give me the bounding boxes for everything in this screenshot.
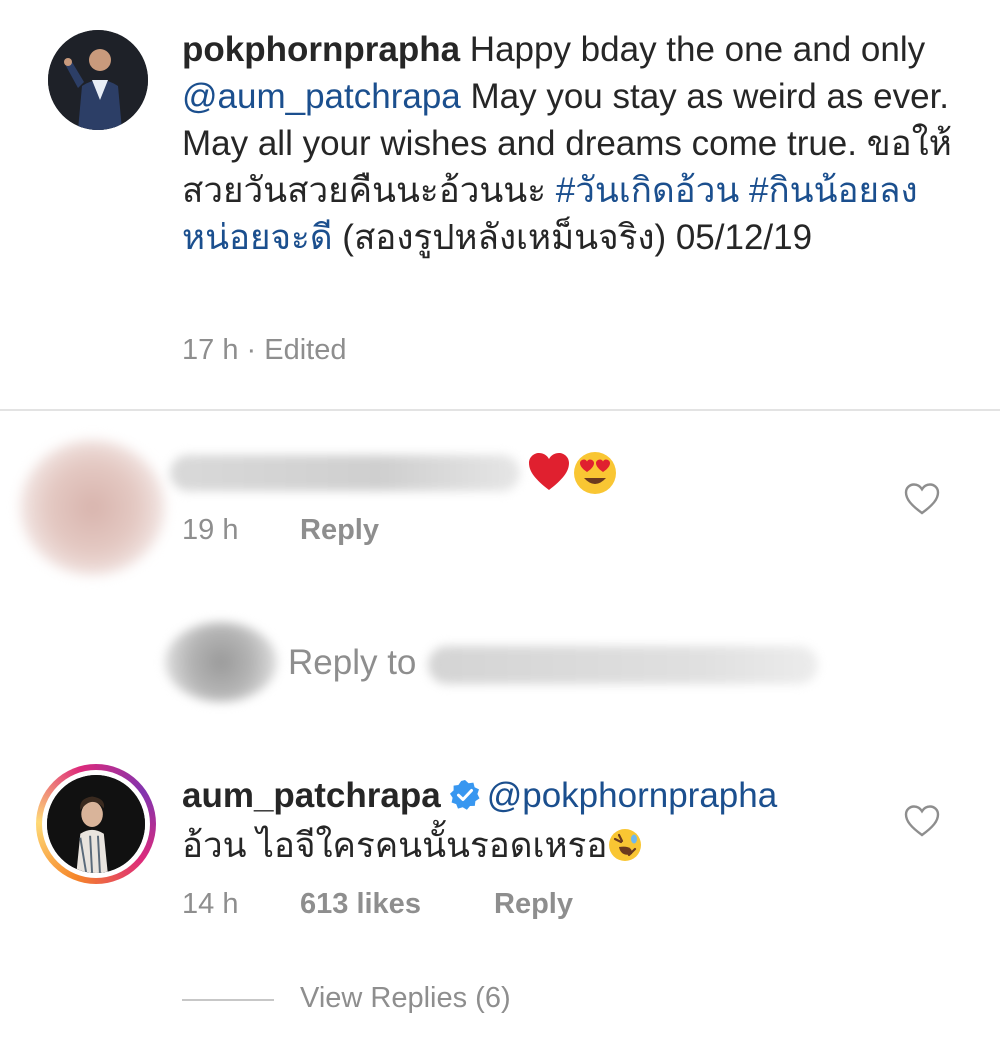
heart-eyes-emoji <box>574 452 616 494</box>
comment-text: อ้วน ไอจีใครคนนั้นรอดเหรอ <box>182 822 643 869</box>
heart-outline-icon[interactable] <box>904 482 940 516</box>
caption-username[interactable]: pokphornprapha <box>182 30 460 69</box>
comment-body: อ้วน ไอจีใครคนนั้นรอดเหรอ <box>182 826 608 865</box>
reply-to-label[interactable]: Reply to <box>288 643 416 683</box>
caption-meta: 17 h · Edited <box>182 334 346 367</box>
comment-username[interactable]: aum_patchrapa <box>182 776 441 815</box>
blurred-username <box>428 646 818 684</box>
comment-time: 19 h <box>182 514 239 546</box>
comment-time: 14 h <box>182 888 239 920</box>
verified-badge-icon <box>449 780 480 810</box>
caption-time: 17 h <box>182 334 239 366</box>
story-ring-avatar[interactable] <box>36 764 156 884</box>
avatar-ring-gap <box>42 770 150 878</box>
caption-hashtag[interactable]: #วันเกิดอ้วน <box>556 171 740 210</box>
caption-text-part: Happy bday the one and only <box>460 30 926 69</box>
edited-label[interactable]: Edited <box>264 334 346 366</box>
comment-header: aum_patchrapa @pokphornprapha <box>182 772 777 819</box>
comment-thread: pokphornprapha Happy bday the one and on… <box>0 0 1000 1039</box>
blurred-avatar[interactable] <box>20 440 165 575</box>
meta-separator: · <box>238 334 265 366</box>
reply-button[interactable]: Reply <box>300 514 379 547</box>
author-avatar[interactable] <box>48 30 148 130</box>
view-replies-button[interactable]: View Replies (6) <box>300 982 511 1015</box>
likes-count[interactable]: 613 likes <box>300 888 421 921</box>
reply-button[interactable]: Reply <box>494 888 573 921</box>
caption-text-part: (สองรูปหลังเหม็นจริง) 05/12/19 <box>332 218 813 257</box>
blurred-comment-text <box>170 455 520 491</box>
divider <box>0 409 1000 411</box>
heart-outline-icon[interactable] <box>904 804 940 838</box>
blurred-avatar[interactable] <box>165 622 277 702</box>
view-replies-line <box>182 999 274 1001</box>
avatar <box>47 775 145 873</box>
red-heart-emoji <box>529 453 569 490</box>
rolling-laughing-emoji <box>609 829 642 861</box>
comment-mention[interactable]: @pokphornprapha <box>487 776 777 815</box>
caption-mention[interactable]: @aum_patchrapa <box>182 77 461 116</box>
post-caption: pokphornprapha Happy bday the one and on… <box>0 0 1000 410</box>
caption-text: pokphornprapha Happy bday the one and on… <box>182 26 982 261</box>
